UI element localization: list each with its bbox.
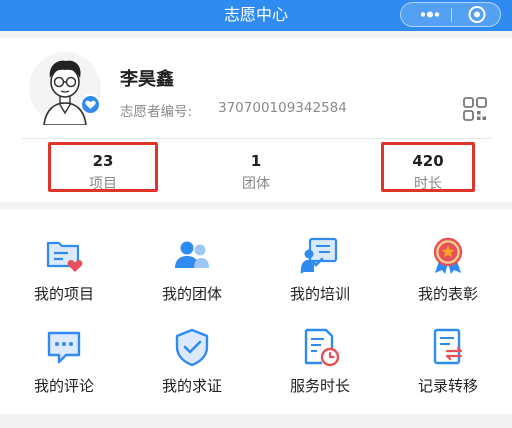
bottom-spacer [0,414,512,428]
heart-badge-icon [80,94,101,115]
menu-my-projects[interactable]: 我的项目 [0,223,128,315]
menu-grid: 我的项目 我的团体 我的培训 我的表彰 我的评论 我的求证 服务时长 记录转移 [0,209,512,414]
medal-star-icon [428,235,468,275]
volunteer-id-value: 370700109342584 [218,100,347,116]
qr-code-icon[interactable] [460,96,490,122]
transfer-doc-icon [428,327,468,367]
menu-service-hours[interactable]: 服务时长 [256,315,384,407]
document-clock-icon [300,327,340,367]
profile-divider [22,138,492,139]
stat-hours[interactable]: 420 时长 [381,142,475,192]
menu-record-transfer-label: 记录转移 [417,377,478,395]
stat-groups-value: 1 [250,152,262,170]
menu-my-honors-label: 我的表彰 [417,285,478,303]
shield-check-icon [172,327,212,367]
stat-groups[interactable]: 1 团体 [200,142,312,192]
capsule-divider [451,8,452,22]
group-people-icon [172,235,212,275]
menu-my-training-label: 我的培训 [289,285,350,303]
menu-my-comments-label: 我的评论 [33,377,94,395]
menu-my-honors[interactable]: 我的表彰 [384,223,512,315]
comment-bubble-icon [44,327,84,367]
more-dots-icon[interactable] [409,3,449,26]
stat-projects-value: 23 [92,152,114,170]
menu-my-projects-label: 我的项目 [33,285,94,303]
mini-program-capsule [400,2,501,27]
menu-my-groups-label: 我的团体 [161,285,222,303]
stat-groups-label: 团体 [242,176,270,192]
menu-my-groups[interactable]: 我的团体 [128,223,256,315]
menu-my-comments[interactable]: 我的评论 [0,315,128,407]
folder-heart-icon [44,235,84,275]
user-name: 李昊鑫 [120,69,174,90]
training-board-icon [300,235,340,275]
stat-projects[interactable]: 23 项目 [48,142,158,192]
profile-card: 李昊鑫 志愿者编号: 370700109342584 23 项目 1 团体 42… [0,38,512,202]
stat-hours-label: 时长 [414,176,442,192]
target-circle-icon[interactable] [459,3,495,26]
volunteer-id-label: 志愿者编号: [120,104,193,120]
title-bar: 志愿中心 [0,0,512,31]
stat-projects-label: 项目 [89,176,117,192]
menu-my-verification[interactable]: 我的求证 [128,315,256,407]
stat-hours-value: 420 [412,152,444,170]
menu-my-training[interactable]: 我的培训 [256,223,384,315]
menu-record-transfer[interactable]: 记录转移 [384,315,512,407]
menu-my-verification-label: 我的求证 [161,377,222,395]
menu-service-hours-label: 服务时长 [289,377,350,395]
